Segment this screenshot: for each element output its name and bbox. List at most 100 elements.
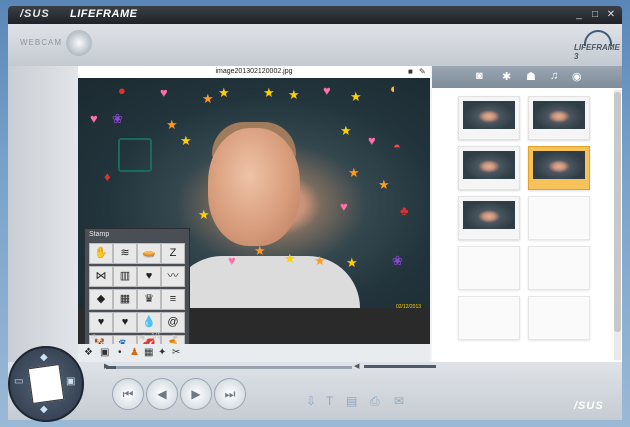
close-button[interactable]: ✕ [604, 9, 618, 21]
fruit-stamp-icon: ◐ [390, 81, 398, 96]
eye-icon[interactable]: ◉ [572, 70, 582, 83]
heart-stamp-icon: ♥ [160, 85, 168, 100]
hearts-icon[interactable]: ♥ [137, 266, 161, 287]
document-icon[interactable]: ▤ [346, 394, 357, 408]
top-dial-icon[interactable]: ◆ [40, 352, 48, 363]
star-stamp-icon: ★ [166, 117, 178, 132]
thumbnail[interactable] [458, 196, 520, 240]
right-panel: ◙ ✱ ☗ ♫ ◉ [432, 66, 622, 362]
frame-icon[interactable]: ▣ [100, 347, 109, 358]
star-stamp-icon: ★ [288, 87, 300, 102]
grid-tool-icon[interactable]: ▦ [144, 347, 153, 358]
star-stamp-icon: ★ [314, 253, 326, 268]
last-button[interactable]: ⏭ [214, 378, 246, 410]
prev-page-icon[interactable]: ◀ [139, 333, 144, 341]
crown-icon[interactable]: ♛ [137, 289, 161, 310]
grid-icon[interactable]: ▦ [113, 289, 137, 310]
star-stamp-icon: ★ [180, 133, 192, 148]
gear-icon[interactable]: ✱ [502, 70, 511, 83]
thumbnail[interactable] [458, 96, 520, 140]
progress-track[interactable] [106, 366, 352, 369]
header-bar: WEBCAM LIFEFRAME 3 [8, 24, 622, 66]
apple-stamp-icon: ● [118, 83, 126, 98]
heart-stamp-icon: ♥ [228, 253, 236, 268]
photo-mode-icon[interactable]: ▣ [66, 376, 75, 387]
mic-icon[interactable]: ♫ [550, 70, 558, 82]
bottom-dial-icon[interactable]: ◆ [40, 404, 48, 415]
heart-stamp-icon: ♥ [323, 83, 331, 98]
magic-icon[interactable]: ✦ [158, 347, 166, 358]
zz-icon[interactable]: Z [161, 243, 185, 264]
wrench-icon[interactable]: ✂ [172, 347, 180, 358]
filename-label: image201302120002.jpg [78, 66, 430, 78]
pie-icon[interactable]: 🥧 [137, 243, 161, 264]
star-stamp-icon: ★ [350, 89, 362, 104]
star-stamp-icon: ★ [340, 123, 352, 138]
strawberry-stamp-icon: ♦ [104, 169, 111, 184]
swirl-icon[interactable]: ≋ [113, 243, 137, 264]
photo-face [208, 128, 300, 246]
photo-shirt [170, 256, 360, 308]
cage-icon[interactable]: ▥ [113, 266, 137, 287]
thumbnail[interactable] [458, 146, 520, 190]
star-stamp-icon: ★ [378, 177, 390, 192]
empty-thumbnail [528, 196, 590, 240]
heart-red-icon[interactable]: ♥ [89, 312, 113, 333]
sweet-heart-icon[interactable]: ♥ [113, 312, 137, 333]
text-icon[interactable]: T [326, 394, 333, 408]
no-stamp-icon[interactable]: ⊘ [91, 333, 97, 341]
image-viewer: image201302120002.jpg ■ ✎ ● ♥ ★ ★ ★ ★ ♥ … [78, 66, 430, 362]
empty-thumbnail [528, 296, 590, 340]
mail-icon[interactable]: ✉ [394, 394, 404, 408]
stamp-tool-icon[interactable]: ♟ [130, 347, 139, 358]
rhino-icon[interactable]: ◆ [89, 289, 113, 310]
mode-toolbar: ◙ ✱ ☗ ♫ ◉ [432, 66, 622, 88]
import-icon[interactable]: ⇩ [306, 394, 316, 408]
thumbnail-selected[interactable] [528, 146, 590, 190]
volume-slider[interactable] [364, 365, 436, 368]
scrollbar[interactable] [614, 90, 621, 360]
moustache-icon[interactable]: 〰 [161, 266, 185, 287]
play-button[interactable]: ▶ [180, 378, 212, 410]
print-icon[interactable]: ⎙ [370, 394, 380, 409]
bottom-bar: ▶ ◀ ⏮ ◀ ▶ ⏭ ⇩ T ▤ ⎙ ✉ /SUS [8, 362, 622, 420]
thumbnail[interactable] [528, 96, 590, 140]
first-button[interactable]: ⏮ [112, 378, 144, 410]
snail-icon[interactable]: @ [161, 312, 185, 333]
lifeframe-logo-text: LIFEFRAME 3 [574, 43, 620, 61]
effects-icon[interactable]: ❖ [84, 347, 93, 358]
star-stamp-icon: ★ [254, 243, 266, 258]
grapes-stamp-icon: ❀ [112, 111, 123, 126]
square-icon[interactable]: ■ [408, 67, 413, 76]
star-stamp-icon: ★ [198, 207, 210, 222]
prev-button[interactable]: ◀ [146, 378, 178, 410]
star-stamp-icon: ★ [218, 85, 230, 100]
star-stamp-icon: ★ [263, 85, 275, 100]
mode-dial[interactable]: ▭ ▣ ◆ ◆ [8, 346, 84, 422]
heart-stamp-icon: ♥ [368, 133, 376, 148]
bow-icon[interactable]: ⋈ [89, 266, 113, 287]
people-icon[interactable]: ☗ [526, 70, 536, 83]
camera-icon[interactable]: ◙ [476, 70, 483, 82]
date-stamp: 02/12/2013 [396, 304, 422, 310]
tiger-icon[interactable]: ≡ [161, 289, 185, 310]
film-icon[interactable]: ▭ [14, 376, 23, 387]
stamp-panel: Stamp ✋≋🥧Z⋈▥♥〰◆▦♛≡♥♥💧@🐕🐾💋🍮 ⊘ ◀ 1/1 ▶ [84, 228, 190, 356]
scrollbar-thumb[interactable] [614, 92, 621, 332]
asus-logo: /SUS [574, 400, 604, 412]
hands-icon[interactable]: ✋ [89, 243, 113, 264]
webcam-lens-icon[interactable] [66, 30, 92, 56]
app-window: /SUS LIFEFRAME _ □ ✕ WEBCAM LIFEFRAME 3 … [0, 0, 630, 427]
minimize-button[interactable]: _ [572, 9, 586, 21]
heart-stamp-icon: ♥ [340, 199, 348, 214]
star-stamp-icon: ★ [202, 91, 214, 106]
title-bar: /SUS LIFEFRAME _ □ ✕ [8, 6, 622, 24]
dot-icon[interactable]: • [118, 347, 122, 358]
volume-icon[interactable]: ◀ [354, 362, 359, 370]
next-page-icon[interactable]: ▶ [173, 333, 178, 341]
star-stamp-icon: ★ [348, 165, 360, 180]
drop-icon[interactable]: 💧 [137, 312, 161, 333]
pen-icon[interactable]: ✎ [419, 67, 426, 76]
viewer-toolbar: ❖ ▣ • ♟ ▦ ✦ ✂ [78, 344, 430, 362]
maximize-button[interactable]: □ [588, 9, 602, 21]
